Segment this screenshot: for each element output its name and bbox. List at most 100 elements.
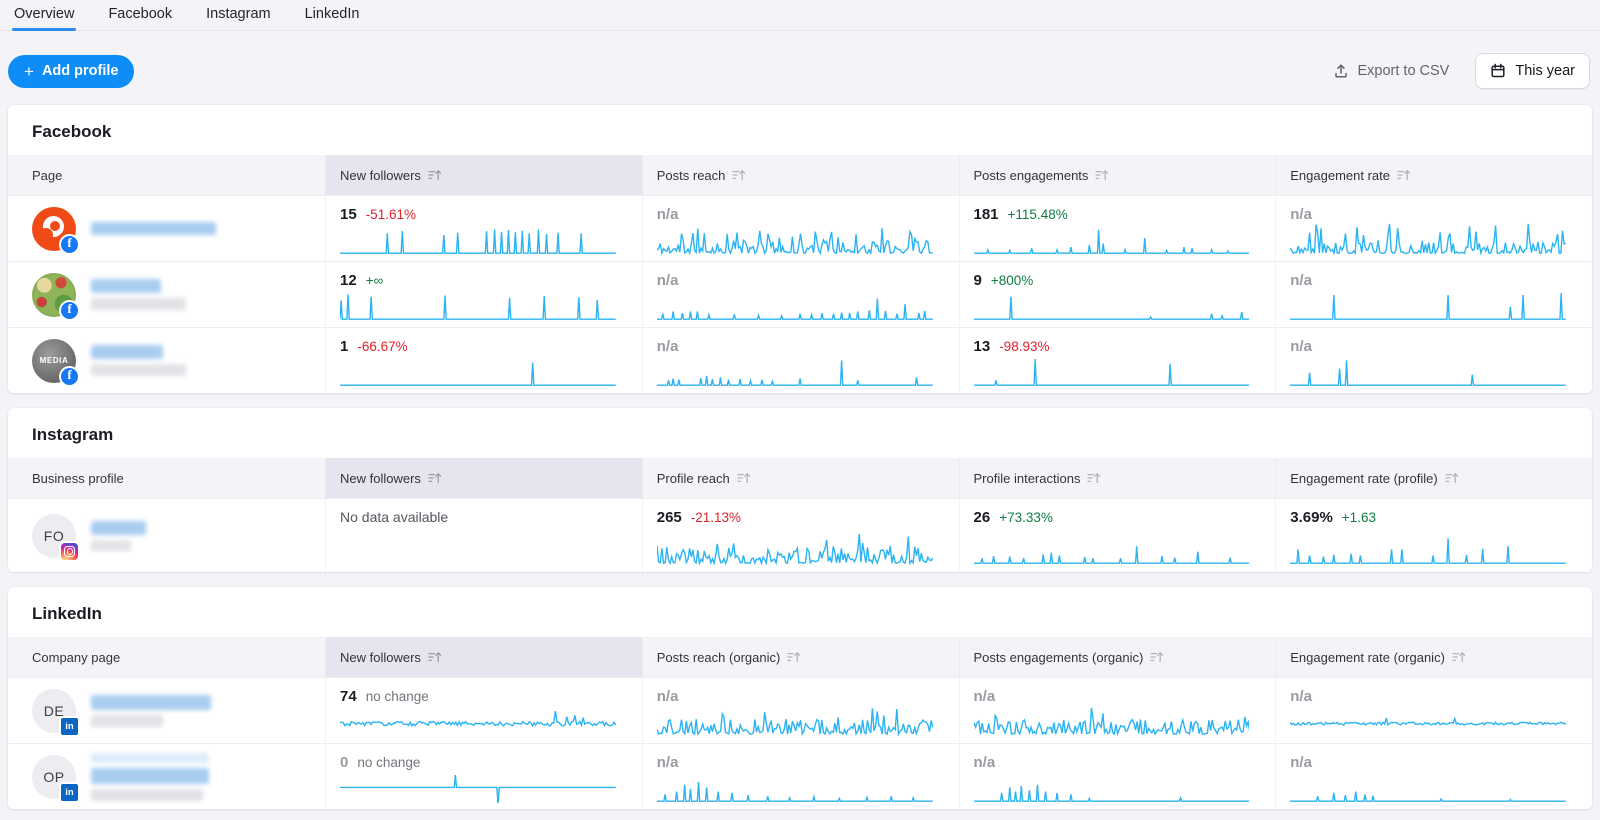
top-tab-bar: Overview Facebook Instagram LinkedIn [0, 0, 1600, 31]
column-header-profile-reach[interactable]: Profile reach [642, 458, 959, 498]
sparkline [340, 705, 616, 737]
table-row: MEDIAf1-66.67%n/a13-98.93%n/a [8, 327, 1592, 393]
profile-cell[interactable]: MEDIAf [8, 328, 325, 393]
facebook-badge-icon: f [59, 300, 80, 321]
metric-value: n/a [657, 688, 679, 705]
sparkline [974, 705, 1250, 737]
metric-cell: 3.69%+1.63 [1275, 499, 1592, 572]
metric-value: 13 [974, 338, 991, 355]
avatar-initials: MEDIA [40, 356, 69, 365]
metric-cell: n/a [642, 744, 959, 809]
metric-cell: 265-21.13% [642, 499, 959, 572]
sparkline [657, 771, 933, 803]
metric-cell: n/a [959, 744, 1276, 809]
date-range-label: This year [1515, 63, 1575, 79]
column-header-new-followers[interactable]: New followers [325, 458, 642, 498]
column-header-company-page: Company page [8, 637, 325, 677]
metric-delta: +115.48% [1008, 207, 1068, 222]
instagram-badge-icon [59, 541, 80, 562]
profile-cell[interactable]: DEin [8, 678, 325, 743]
column-header-profile-interactions[interactable]: Profile interactions [959, 458, 1276, 498]
metric-delta: -51.61% [366, 207, 416, 222]
metric-value: n/a [974, 688, 996, 705]
sparkline [1290, 533, 1566, 565]
facebook-badge-icon: f [59, 234, 80, 255]
metric-value: 9 [974, 272, 982, 289]
metric-cell: 15-51.61% [325, 196, 642, 261]
metric-cell: n/a [1275, 678, 1592, 743]
profile-cell[interactable]: FO [8, 499, 325, 572]
sparkline [340, 223, 616, 255]
metric-delta: -66.67% [357, 339, 407, 354]
date-range-button[interactable]: This year [1475, 53, 1590, 89]
column-header-engagement-rate[interactable]: Engagement rate [1275, 155, 1592, 195]
no-data-text: No data available [340, 509, 448, 525]
sparkline [1290, 355, 1566, 387]
metric-cell: 74no change [325, 678, 642, 743]
column-header-posts-reach-organic[interactable]: Posts reach (organic) [642, 637, 959, 677]
export-icon [1333, 63, 1349, 79]
profile-cell[interactable]: f [8, 262, 325, 327]
metric-value: n/a [657, 272, 679, 289]
column-label: Posts reach [657, 168, 726, 183]
metric-delta: +∞ [366, 273, 384, 288]
sort-icon [428, 472, 442, 484]
metric-cell: n/a [959, 678, 1276, 743]
metric-cell: n/a [1275, 328, 1592, 393]
table-row: FO No data available 265-21.13%26+73.33%3.… [8, 498, 1592, 572]
column-header-new-followers[interactable]: New followers [325, 637, 642, 677]
column-label: Engagement rate (organic) [1290, 650, 1445, 665]
sparkline [974, 223, 1250, 255]
column-header-posts-engagements-organic[interactable]: Posts engagements (organic) [959, 637, 1276, 677]
column-header-engagement-rate-organic[interactable]: Engagement rate (organic) [1275, 637, 1592, 677]
export-csv-label: Export to CSV [1357, 63, 1449, 79]
metric-delta: +73.33% [999, 510, 1053, 525]
sort-icon [787, 651, 801, 663]
profile-cell[interactable]: f [8, 196, 325, 261]
sparkline [340, 289, 616, 321]
column-header-posts-reach[interactable]: Posts reach [642, 155, 959, 195]
tab-facebook[interactable]: Facebook [108, 6, 172, 30]
column-header-posts-engagements[interactable]: Posts engagements [959, 155, 1276, 195]
redacted-profile-name [91, 753, 209, 801]
tab-linkedin[interactable]: LinkedIn [305, 6, 360, 30]
export-csv-button[interactable]: Export to CSV [1333, 63, 1449, 79]
metric-cell: 9+800% [959, 262, 1276, 327]
metric-value: n/a [1290, 338, 1312, 355]
add-profile-button[interactable]: + Add profile [8, 55, 134, 88]
sparkline [340, 771, 616, 803]
metric-cell: n/a [1275, 744, 1592, 809]
metric-cell: n/a [642, 328, 959, 393]
column-label: Business profile [32, 471, 124, 486]
metric-cell: n/a [642, 196, 959, 261]
sparkline [974, 355, 1250, 387]
section-title: LinkedIn [8, 587, 1592, 637]
table-header: Page New followers Posts reach Posts eng… [8, 155, 1592, 195]
metric-cell: 26+73.33% [959, 499, 1276, 572]
metric-value: 74 [340, 688, 357, 705]
column-label: Posts engagements (organic) [974, 650, 1144, 665]
column-header-business-profile: Business profile [8, 458, 325, 498]
metric-value: 1 [340, 338, 348, 355]
metric-value: n/a [1290, 206, 1312, 223]
sparkline [1290, 705, 1566, 737]
redacted-profile-name [91, 279, 186, 310]
avatar: f [32, 273, 76, 317]
profile-cell[interactable]: OPin [8, 744, 325, 809]
avatar: DEin [32, 689, 76, 733]
linkedin-badge-icon: in [59, 782, 80, 803]
column-label: Engagement rate (profile) [1290, 471, 1437, 486]
table-row: f15-51.61%n/a181+115.48%n/a [8, 195, 1592, 261]
tab-instagram[interactable]: Instagram [206, 6, 270, 30]
section-title: Instagram [8, 408, 1592, 458]
column-header-new-followers[interactable]: New followers [325, 155, 642, 195]
metric-value: n/a [1290, 754, 1312, 771]
sparkline [657, 533, 933, 565]
column-header-engagement-rate-profile[interactable]: Engagement rate (profile) [1275, 458, 1592, 498]
calendar-icon [1490, 63, 1506, 79]
redacted-profile-name [91, 345, 186, 376]
table-row: f12+∞n/a9+800%n/a [8, 261, 1592, 327]
metric-value: n/a [657, 338, 679, 355]
tab-overview[interactable]: Overview [14, 6, 74, 30]
column-label: New followers [340, 168, 421, 183]
